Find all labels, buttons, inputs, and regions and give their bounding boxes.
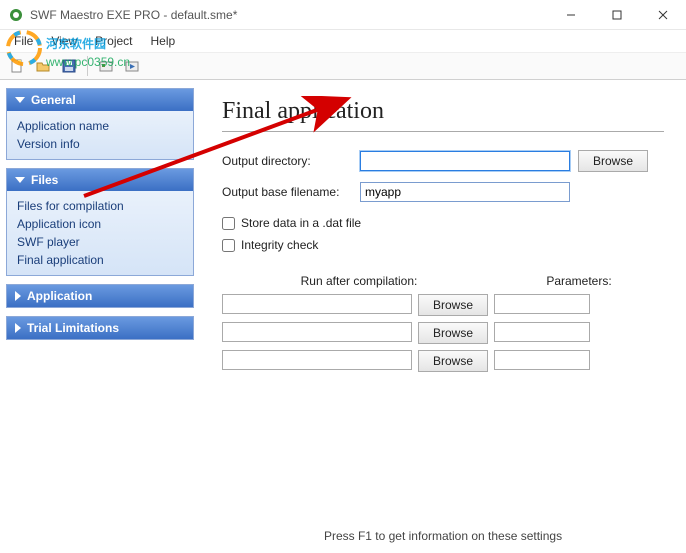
store-dat-checkbox-input[interactable] [222,217,235,230]
base-filename-input[interactable] [360,182,570,202]
toolbar-separator [87,56,88,76]
sidebar-item-application-icon[interactable]: Application icon [17,215,183,233]
preview-icon[interactable] [121,55,143,77]
run-params-input-1[interactable] [494,294,590,314]
sidebar: General Application name Version info Fi… [0,80,200,553]
window-title: SWF Maestro EXE PRO - default.sme* [30,8,548,22]
browse-run-button-2[interactable]: Browse [418,322,488,344]
panel-general: General Application name Version info [6,88,194,160]
page-title: Final application [222,98,664,132]
panel-general-header[interactable]: General [7,89,193,111]
store-dat-label: Store data in a .dat file [241,216,361,230]
panel-files: Files Files for compilation Application … [6,168,194,276]
panel-files-header[interactable]: Files [7,169,193,191]
toolbar [0,52,686,80]
run-cmd-input-1[interactable] [222,294,412,314]
run-cmd-input-3[interactable] [222,350,412,370]
open-file-icon[interactable] [32,55,54,77]
titlebar: SWF Maestro EXE PRO - default.sme* [0,0,686,30]
run-params-input-3[interactable] [494,350,590,370]
browse-output-button[interactable]: Browse [578,150,648,172]
status-bar: Press F1 to get information on these set… [222,517,664,543]
output-directory-label: Output directory: [222,154,352,168]
panel-general-title: General [31,93,76,107]
sidebar-item-final-application[interactable]: Final application [17,251,183,269]
base-filename-label: Output base filename: [222,185,352,199]
panel-application-title: Application [27,289,92,303]
integrity-label: Integrity check [241,238,318,252]
panel-application-header[interactable]: Application [7,285,193,307]
parameters-header: Parameters: [494,274,664,288]
run-after-header: Run after compilation: [224,274,494,288]
integrity-checkbox-input[interactable] [222,239,235,252]
sidebar-item-swf-player[interactable]: SWF player [17,233,183,251]
panel-trial: Trial Limitations [6,316,194,340]
panel-trial-title: Trial Limitations [27,321,119,335]
panel-application: Application [6,284,194,308]
chevron-down-icon [15,177,25,183]
output-directory-input[interactable] [360,151,570,171]
menu-project[interactable]: Project [87,32,140,50]
maximize-button[interactable] [594,0,640,30]
panel-trial-header[interactable]: Trial Limitations [7,317,193,339]
menu-file[interactable]: File [6,32,41,50]
chevron-right-icon [15,323,21,333]
new-file-icon[interactable] [6,55,28,77]
menu-help[interactable]: Help [143,32,184,50]
main-panel: Final application Output directory: Brow… [200,80,686,553]
store-dat-checkbox[interactable]: Store data in a .dat file [222,216,664,230]
minimize-button[interactable] [548,0,594,30]
sidebar-item-application-name[interactable]: Application name [17,117,183,135]
save-file-icon[interactable] [58,55,80,77]
browse-run-button-1[interactable]: Browse [418,294,488,316]
browse-run-button-3[interactable]: Browse [418,350,488,372]
build-icon[interactable] [95,55,117,77]
menubar: File View Project Help [0,30,686,52]
run-cmd-input-2[interactable] [222,322,412,342]
sidebar-item-files-compilation[interactable]: Files for compilation [17,197,183,215]
menu-view[interactable]: View [43,32,85,50]
chevron-right-icon [15,291,21,301]
panel-files-title: Files [31,173,58,187]
chevron-down-icon [15,97,25,103]
close-button[interactable] [640,0,686,30]
app-icon [8,7,24,23]
run-params-input-2[interactable] [494,322,590,342]
sidebar-item-version-info[interactable]: Version info [17,135,183,153]
integrity-checkbox[interactable]: Integrity check [222,238,664,252]
